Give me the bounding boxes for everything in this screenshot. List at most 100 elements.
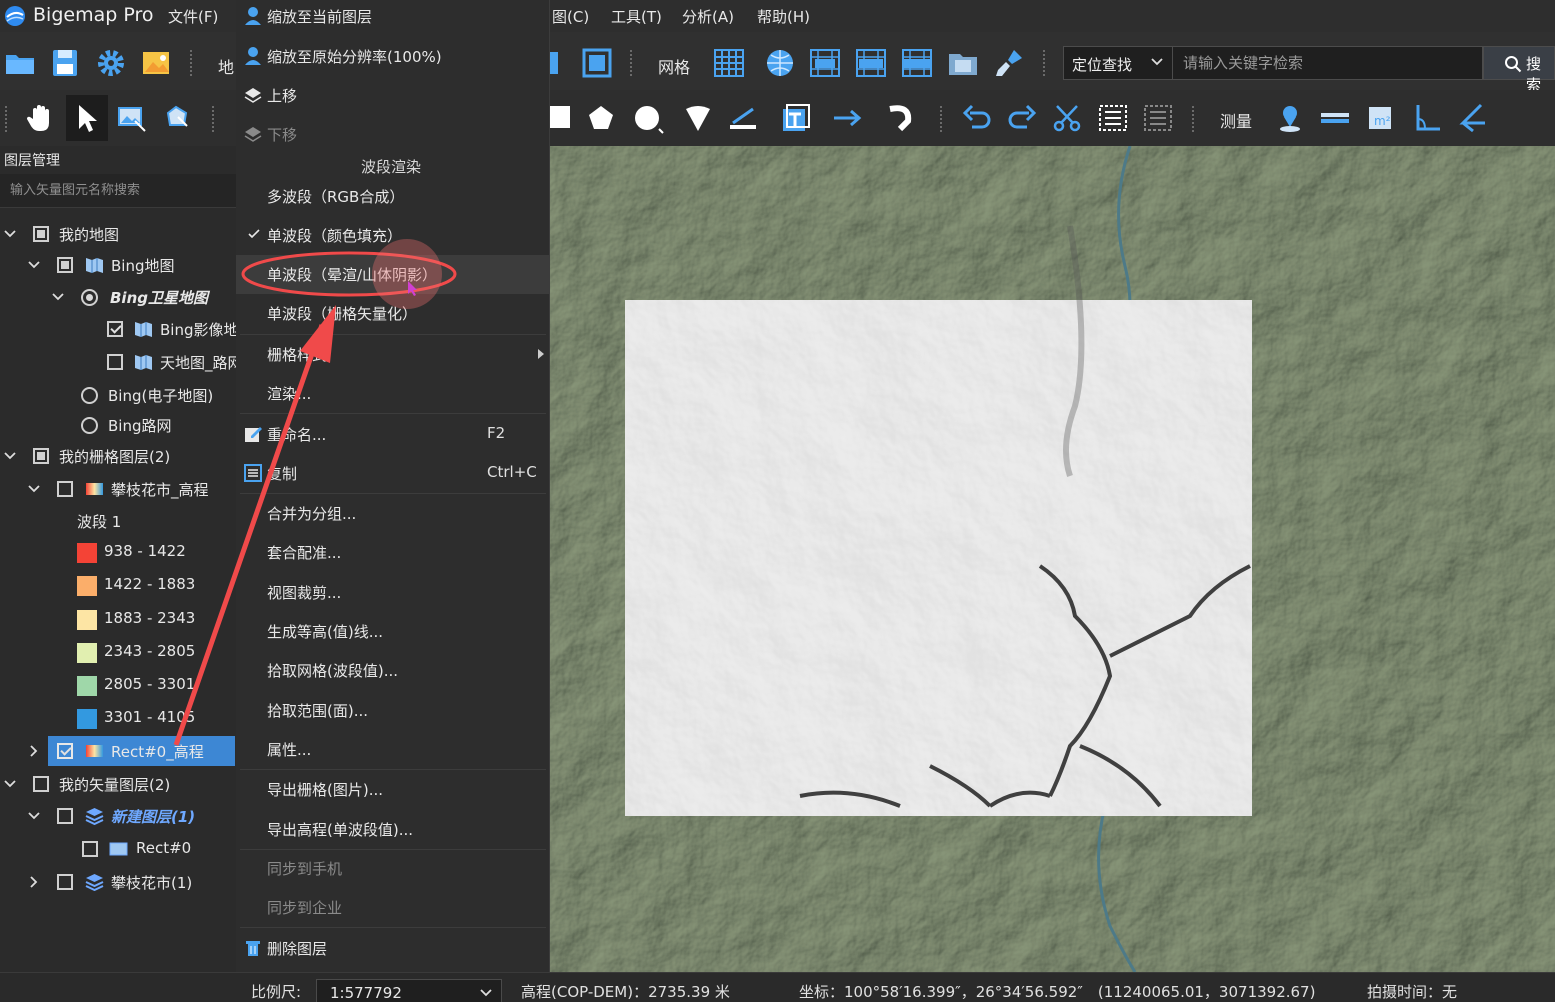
map-canvas[interactable] bbox=[550, 146, 1555, 972]
menu-single-color[interactable]: 单波段（颜色填充） bbox=[236, 216, 550, 255]
zoom-extent-icon[interactable] bbox=[550, 46, 584, 80]
measure-area-icon[interactable]: m² bbox=[1363, 101, 1397, 135]
tree-row-bing-electronic[interactable]: Bing(电子地图) bbox=[0, 380, 236, 410]
curve-arrow-icon[interactable] bbox=[884, 101, 918, 135]
menu-merge-group[interactable]: 合并为分组... bbox=[236, 494, 550, 533]
layer-checkbox[interactable] bbox=[33, 776, 49, 792]
scissors-cut-icon[interactable] bbox=[1050, 101, 1084, 135]
tree-row-rect0[interactable]: Rect#0 bbox=[0, 834, 236, 864]
menu-contour[interactable]: 生成等高(值)线... bbox=[236, 612, 550, 651]
tree-row-my-vector[interactable]: 我的矢量图层(2) bbox=[0, 769, 236, 799]
tree-row-new-layer[interactable]: 新建图层(1) bbox=[0, 801, 236, 831]
open-folder-icon[interactable] bbox=[3, 46, 37, 80]
layer-checkbox[interactable] bbox=[82, 841, 98, 857]
tree-row-bing-road[interactable]: Bing路网 bbox=[0, 410, 236, 440]
layer-checkbox[interactable] bbox=[57, 743, 73, 759]
paste-list-icon[interactable] bbox=[1141, 101, 1175, 135]
menu-rename[interactable]: 重命名... F2 bbox=[236, 415, 550, 454]
chevron-right-icon[interactable] bbox=[27, 875, 41, 889]
menu-view-clip[interactable]: 视图裁剪... bbox=[236, 573, 550, 612]
layer-checkbox[interactable] bbox=[57, 808, 73, 824]
menu-zoom-current-layer[interactable]: 缩放至当前图层 bbox=[236, 0, 550, 36]
locate-mode-select[interactable]: 定位查找 bbox=[1063, 46, 1173, 80]
chevron-down-icon[interactable] bbox=[27, 809, 41, 823]
measure-distance-icon[interactable] bbox=[1318, 101, 1352, 135]
chevron-down-icon[interactable] bbox=[3, 777, 17, 791]
chevron-down-icon[interactable] bbox=[27, 482, 41, 496]
globe-lat-icon[interactable] bbox=[763, 46, 797, 80]
menu-pick-grid[interactable]: 拾取网格(波段值)... bbox=[236, 651, 550, 690]
tree-row-bing-satellite[interactable]: Bing卫星地图 bbox=[0, 282, 236, 312]
menu-render[interactable]: 渲染... bbox=[236, 374, 550, 413]
layer-checkbox[interactable] bbox=[57, 481, 73, 497]
menu-export-dem[interactable]: 导出高程(单波段值)... bbox=[236, 810, 550, 849]
chevron-down-icon[interactable] bbox=[3, 227, 17, 241]
scale-select[interactable]: 1:577792 bbox=[316, 979, 502, 1002]
menu-export-raster[interactable]: 导出栅格(图片)... bbox=[236, 770, 550, 809]
km-grid-icon[interactable] bbox=[808, 46, 842, 80]
folder-map-icon[interactable] bbox=[946, 46, 980, 80]
circle-draw-icon[interactable] bbox=[631, 101, 665, 135]
tree-row-my-map[interactable]: 我的地图 bbox=[0, 219, 236, 249]
full-extent-icon[interactable] bbox=[580, 46, 614, 80]
layer-checkbox[interactable] bbox=[107, 321, 123, 337]
menu-help[interactable]: 帮助(H) bbox=[757, 6, 810, 27]
tree-row-my-raster[interactable]: 我的栅格图层(2) bbox=[0, 441, 236, 471]
chevron-down-icon[interactable] bbox=[3, 449, 17, 463]
location-pin-icon[interactable] bbox=[1273, 101, 1307, 135]
measure-azimuth-icon[interactable] bbox=[1455, 101, 1489, 135]
menu-file[interactable]: 文件(F) bbox=[168, 6, 218, 27]
chevron-right-icon[interactable] bbox=[27, 744, 41, 758]
chevron-down-icon[interactable] bbox=[51, 290, 65, 304]
save-icon[interactable] bbox=[48, 46, 82, 80]
tree-row-rect-dem[interactable]: Rect#0_高程 bbox=[0, 736, 236, 766]
layer-radio[interactable] bbox=[81, 417, 98, 434]
satellite-map-image[interactable] bbox=[550, 146, 1555, 972]
menu-move-up[interactable]: 上移 bbox=[236, 76, 550, 115]
layer-checkbox[interactable] bbox=[57, 257, 73, 273]
menu-delete-layer[interactable]: 删除图层 bbox=[236, 929, 550, 968]
mgrs-grid-icon[interactable] bbox=[900, 46, 934, 80]
search-button[interactable]: 搜索 bbox=[1483, 46, 1555, 94]
settings-gear-icon[interactable] bbox=[94, 46, 128, 80]
menu-single-vectorize[interactable]: 单波段（栅格矢量化） bbox=[236, 294, 550, 333]
screen-capture-icon[interactable] bbox=[115, 101, 149, 135]
sector-draw-icon[interactable] bbox=[681, 101, 715, 135]
layer-radio[interactable] bbox=[81, 387, 98, 404]
menu-single-hillshade[interactable]: 单波段（晕渲/山体阴影） bbox=[236, 255, 550, 294]
layer-checkbox[interactable] bbox=[107, 354, 123, 370]
search-input[interactable] bbox=[1173, 46, 1483, 80]
redo-icon[interactable] bbox=[1005, 101, 1039, 135]
undo-icon[interactable] bbox=[960, 101, 994, 135]
menu-registration[interactable]: 套合配准... bbox=[236, 533, 550, 572]
layer-checkbox[interactable] bbox=[33, 448, 49, 464]
polygon-select-icon[interactable] bbox=[160, 101, 194, 135]
menu-properties[interactable]: 属性... bbox=[236, 730, 550, 769]
polygon-draw-icon[interactable] bbox=[584, 101, 618, 135]
dem-raster-overlay[interactable] bbox=[625, 225, 1252, 816]
text-label-icon[interactable] bbox=[779, 101, 813, 135]
menu-pick-range[interactable]: 拾取范围(面)... bbox=[236, 691, 550, 730]
tree-row-panzhihua-dem[interactable]: 攀枝花市_高程 bbox=[0, 474, 236, 504]
menu-tools[interactable]: 工具(T) bbox=[611, 6, 662, 27]
chevron-down-icon[interactable] bbox=[27, 258, 41, 272]
menu-raster-style[interactable]: 栅格样式 bbox=[236, 335, 550, 374]
tree-row-bing-map[interactable]: Bing地图 bbox=[0, 250, 236, 280]
layer-search-input[interactable] bbox=[0, 174, 236, 208]
select-arrow-icon[interactable] bbox=[70, 101, 104, 135]
nm-grid-icon[interactable] bbox=[854, 46, 888, 80]
menu-analysis[interactable]: 分析(A) bbox=[682, 6, 734, 27]
tree-row-panzhihua[interactable]: 攀枝花市(1) bbox=[0, 867, 236, 897]
line-draw-icon[interactable] bbox=[727, 101, 761, 135]
menu-copy[interactable]: 复制 Ctrl+C bbox=[236, 454, 550, 493]
menu-map[interactable]: 图(C) bbox=[552, 6, 589, 27]
menu-zoom-original[interactable]: 缩放至原始分辨率(100%) bbox=[236, 37, 550, 76]
layer-radio[interactable] bbox=[81, 289, 98, 306]
rectangle-draw-icon[interactable] bbox=[550, 101, 584, 135]
pan-hand-icon[interactable] bbox=[24, 101, 58, 135]
grid-table-icon[interactable] bbox=[712, 46, 746, 80]
copy-list-icon[interactable] bbox=[1096, 101, 1130, 135]
layer-checkbox[interactable] bbox=[57, 874, 73, 890]
layer-checkbox[interactable] bbox=[33, 226, 49, 242]
measure-angle-icon[interactable] bbox=[1410, 101, 1444, 135]
